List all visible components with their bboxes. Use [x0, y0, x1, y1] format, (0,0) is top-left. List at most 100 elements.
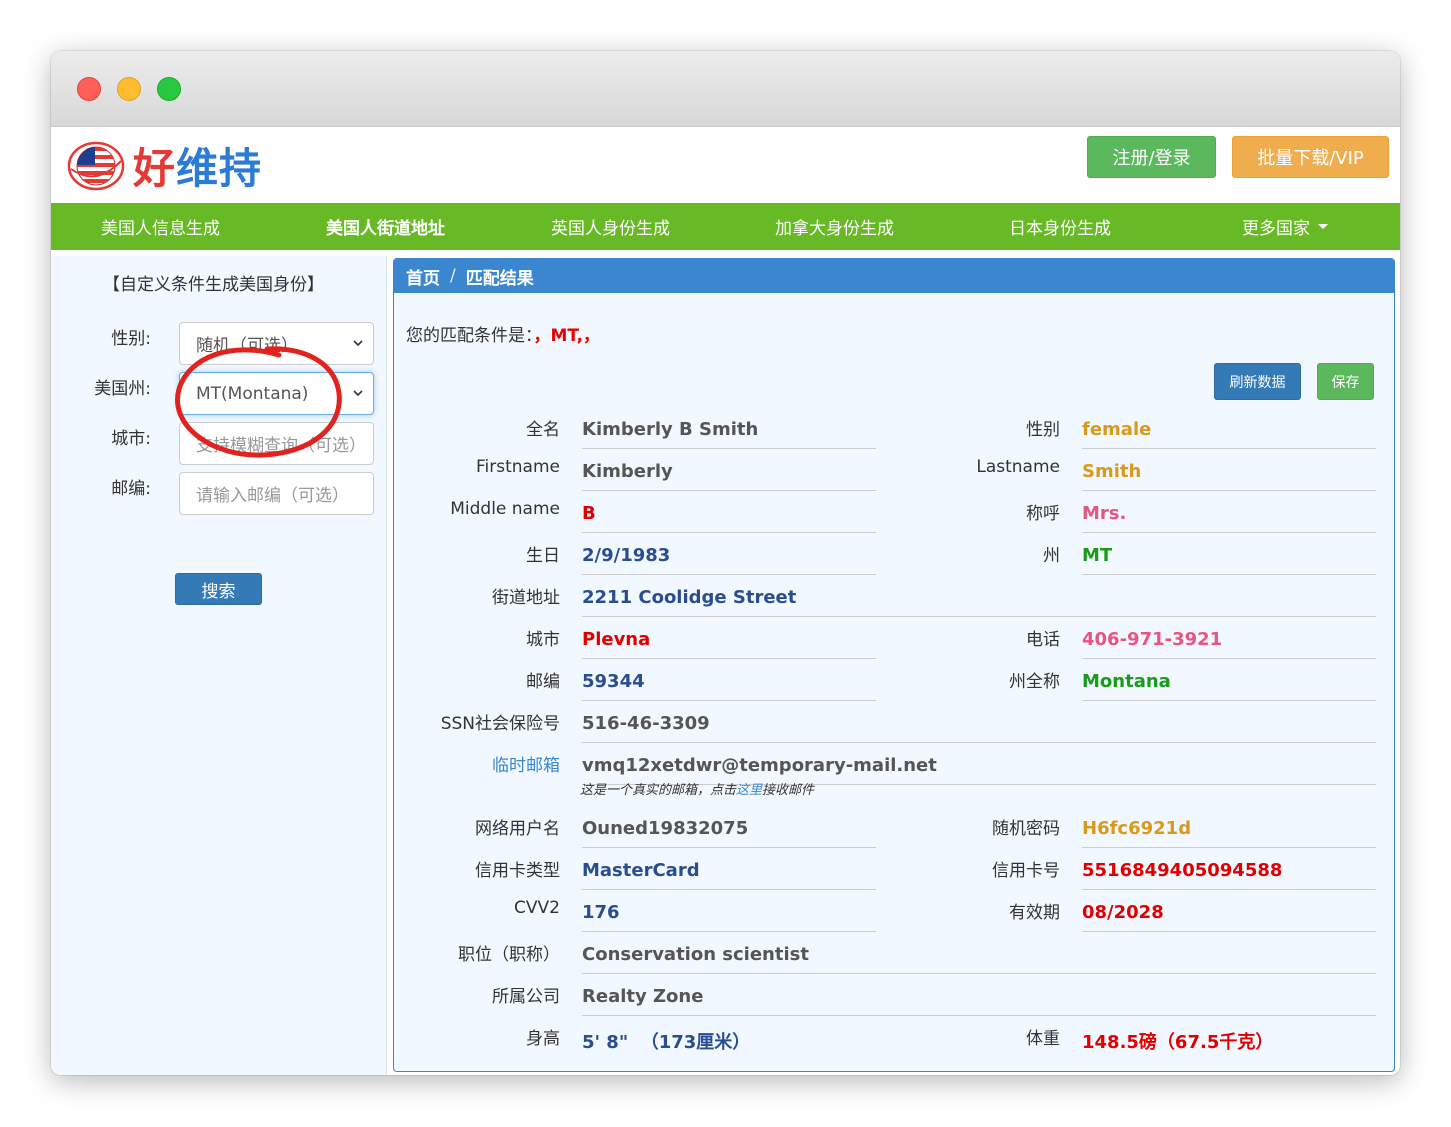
nav-more-countries[interactable]: 更多国家	[1242, 203, 1328, 250]
breadcrumb-current: 匹配结果	[465, 268, 534, 289]
window-titlebar	[51, 51, 1400, 127]
batch-download-vip-button[interactable]: 批量下载/VIP	[1232, 136, 1389, 178]
expiry-value: 08/2028	[1082, 900, 1376, 932]
register-login-button[interactable]: 注册/登录	[1087, 136, 1216, 178]
minimize-window-button[interactable]	[117, 77, 141, 101]
row-username: 网络用户名 Ouned19832075 随机密码 H6fc6921d	[394, 814, 1394, 856]
match-criteria: 您的匹配条件是：，MT,，	[406, 321, 600, 346]
chevron-down-icon	[353, 390, 363, 397]
gender-select[interactable]: 随机（可选）	[179, 322, 374, 365]
city-input-placeholder: 支持模糊查询（可选）	[196, 436, 366, 456]
state-value: MT	[1082, 543, 1376, 575]
gender-value: female	[1082, 417, 1376, 449]
nav-us-identity[interactable]: 美国人信息生成	[101, 203, 220, 250]
occupation-value: Conservation scientist	[582, 942, 1376, 974]
zip-input-placeholder: 请输入邮编（可选）	[196, 486, 349, 506]
row-birthday: 生日 2/9/1983 州 MT	[394, 541, 1394, 583]
cvv2-value: 176	[582, 900, 876, 932]
nav-us-street-address[interactable]: 美国人街道地址	[326, 203, 445, 250]
row-city: 城市 Plevna 电话 406-971-3921	[394, 625, 1394, 667]
site-logo[interactable]: 好维持	[67, 137, 262, 193]
password-value: H6fc6921d	[1082, 816, 1376, 848]
height-value: 5' 8" （173厘米）	[582, 1032, 751, 1053]
company-label: 所属公司	[492, 987, 560, 1007]
ssn-label: SSN社会保险号	[440, 714, 560, 734]
search-button[interactable]: 搜索	[175, 573, 262, 605]
state-select[interactable]: MT(Montana)	[179, 372, 374, 415]
state-full-label: 州全称	[1009, 672, 1060, 692]
card-number-value: 5516849405094588	[1082, 858, 1376, 890]
zip-input[interactable]: 请输入邮编（可选）	[179, 472, 374, 515]
lastname-value: Smith	[1082, 459, 1376, 491]
criteria-label: 您的匹配条件是：	[406, 326, 534, 346]
state-select-value: MT(Montana)	[196, 383, 309, 404]
expiry-label: 有效期	[1009, 903, 1060, 923]
logo-text: 好维持	[133, 135, 262, 196]
birthday-label: 生日	[526, 546, 560, 566]
main-nav: 美国人信息生成 美国人街道地址 英国人身份生成 加拿大身份生成 日本身份生成 更…	[51, 203, 1400, 250]
breadcrumb: 首页 / 匹配结果	[394, 259, 1394, 293]
gender-label: 性别	[1026, 420, 1060, 440]
caret-down-icon	[1318, 224, 1328, 229]
result-panel: 首页 / 匹配结果 您的匹配条件是：，MT,， 刷新数据 保存 全名 Kimbe…	[393, 258, 1395, 1072]
browser-window: 好维持 注册/登录 批量下载/VIP 美国人信息生成 美国人街道地址 英国人身份…	[51, 51, 1400, 1075]
city-input[interactable]: 支持模糊查询（可选）	[179, 422, 374, 465]
city-label: 城市	[526, 630, 560, 650]
weight-label: 体重	[1026, 1029, 1060, 1049]
city-label: 城市:	[111, 429, 151, 449]
password-label: 随机密码	[992, 819, 1060, 839]
username-value: Ouned19832075	[582, 816, 876, 848]
temp-mail-hint-text-2: 接收邮件	[762, 783, 815, 798]
row-ssn: SSN社会保险号 516-46-3309	[394, 709, 1394, 751]
state-full-value: Montana	[1082, 669, 1376, 701]
us-flag-globe-icon	[67, 141, 125, 191]
row-card-type: 信用卡类型 MasterCard 信用卡号 5516849405094588	[394, 856, 1394, 898]
state-label: 美国州:	[94, 379, 151, 399]
temp-mail-link[interactable]: 临时邮箱	[492, 751, 560, 776]
zip-label: 邮编:	[111, 479, 151, 499]
occupation-label: 职位（职称）	[458, 945, 560, 965]
temp-mail-hint: 这是一个真实的邮箱，点击这里接收邮件	[580, 779, 814, 798]
temp-mail-here-link[interactable]: 这里	[736, 783, 762, 798]
nav-canada-identity[interactable]: 加拿大身份生成	[775, 203, 894, 250]
refresh-data-button[interactable]: 刷新数据	[1214, 363, 1301, 400]
city-value: Plevna	[582, 627, 876, 659]
temp-mail-hint-text-1: 这是一个真实的邮箱，点击	[580, 783, 737, 798]
phone-value: 406-971-3921	[1082, 627, 1376, 659]
fullname-label: 全名	[526, 420, 560, 440]
row-firstname: Firstname Kimberly Lastname Smith	[394, 457, 1394, 499]
row-company: 所属公司 Realty Zone	[394, 982, 1394, 1024]
gender-label: 性别:	[111, 329, 151, 349]
row-cvv2: CVV2 176 有效期 08/2028	[394, 898, 1394, 940]
title-value: Mrs.	[1082, 501, 1376, 533]
maximize-window-button[interactable]	[157, 77, 181, 101]
row-height: 身高 5' 8" （173厘米） 体重 148.5磅（67.5千克）	[394, 1024, 1394, 1066]
row-street: 街道地址 2211 Coolidge Street	[394, 583, 1394, 625]
save-button[interactable]: 保存	[1317, 363, 1374, 400]
title-label: 称呼	[1026, 504, 1060, 524]
zip-value: 59344	[582, 669, 876, 701]
close-window-button[interactable]	[77, 77, 101, 101]
row-occupation: 职位（职称） Conservation scientist	[394, 940, 1394, 982]
firstname-label: Firstname	[476, 457, 560, 477]
card-type-value: MasterCard	[582, 858, 876, 890]
logo-text-part-1: 好	[133, 143, 177, 193]
criteria-value: ，MT,，	[533, 326, 601, 346]
row-middlename: Middle name B 称呼 Mrs.	[394, 499, 1394, 541]
middlename-label: Middle name	[450, 499, 560, 519]
weight-value: 148.5磅（67.5千克）	[1082, 1032, 1274, 1053]
chevron-down-icon	[353, 340, 363, 347]
street-label: 街道地址	[492, 588, 560, 608]
breadcrumb-separator: /	[450, 266, 456, 286]
nav-uk-identity[interactable]: 英国人身份生成	[551, 203, 670, 250]
zip-label: 邮编	[526, 672, 560, 692]
phone-label: 电话	[1026, 630, 1060, 650]
nav-japan-identity[interactable]: 日本身份生成	[1009, 203, 1111, 250]
cvv2-label: CVV2	[514, 898, 560, 918]
username-label: 网络用户名	[475, 819, 560, 839]
street-value: 2211 Coolidge Street	[582, 585, 1376, 617]
breadcrumb-home[interactable]: 首页	[406, 264, 440, 289]
ssn-value: 516-46-3309	[582, 711, 1376, 743]
height-label: 身高	[526, 1029, 560, 1049]
gender-select-value: 随机（可选）	[196, 336, 298, 356]
